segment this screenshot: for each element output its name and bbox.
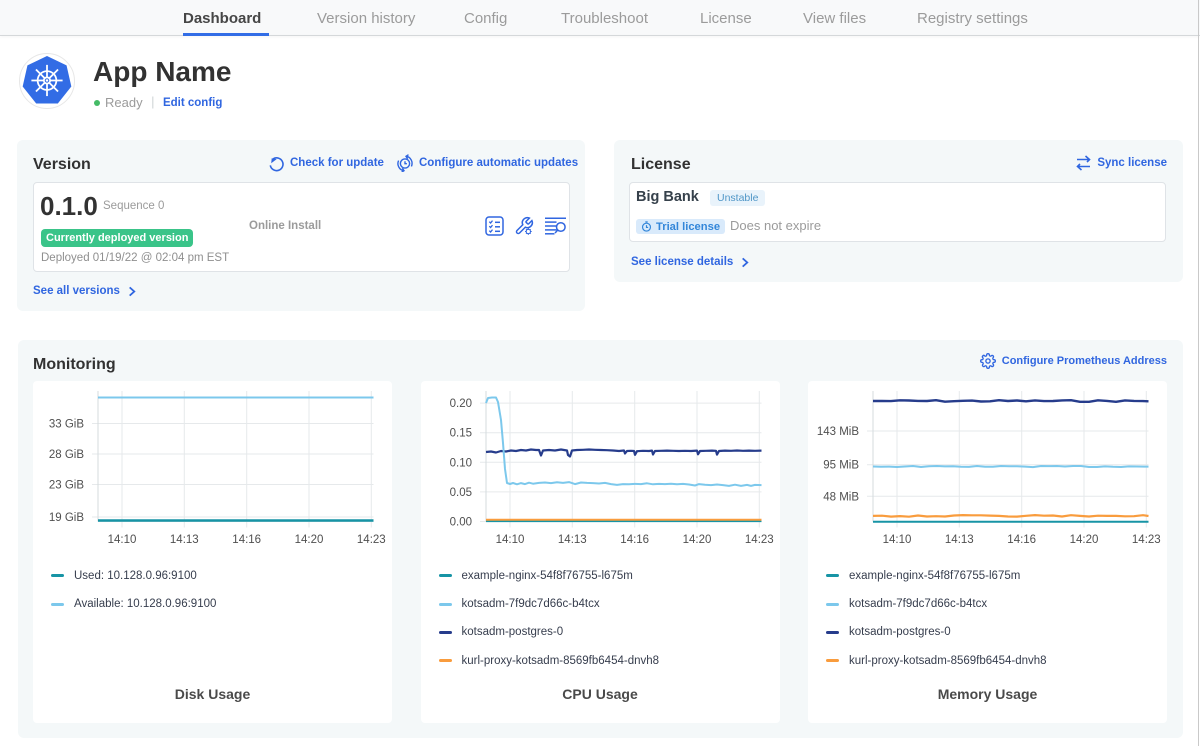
svg-text:14:16: 14:16 — [620, 534, 649, 546]
svg-text:14:16: 14:16 — [1007, 534, 1036, 546]
svg-text:95 MiB: 95 MiB — [823, 459, 859, 471]
svg-text:14:20: 14:20 — [1070, 534, 1099, 546]
svg-text:14:20: 14:20 — [682, 534, 711, 546]
svg-text:0.15: 0.15 — [449, 427, 471, 439]
svg-text:28 GiB: 28 GiB — [49, 449, 84, 461]
svg-text:14:23: 14:23 — [744, 534, 773, 546]
svg-text:14:13: 14:13 — [170, 534, 199, 546]
svg-text:14:10: 14:10 — [883, 534, 912, 546]
svg-text:14:10: 14:10 — [495, 534, 524, 546]
svg-text:14:13: 14:13 — [945, 534, 974, 546]
svg-text:0.00: 0.00 — [449, 516, 471, 528]
svg-text:14:10: 14:10 — [108, 534, 137, 546]
svg-text:33 GiB: 33 GiB — [49, 418, 84, 430]
svg-text:23 GiB: 23 GiB — [49, 479, 84, 491]
svg-text:14:13: 14:13 — [557, 534, 586, 546]
svg-text:14:23: 14:23 — [1132, 534, 1161, 546]
svg-text:0.05: 0.05 — [449, 486, 471, 498]
svg-text:14:16: 14:16 — [232, 534, 261, 546]
svg-text:0.20: 0.20 — [449, 398, 471, 410]
svg-text:0.10: 0.10 — [449, 457, 471, 469]
svg-text:14:20: 14:20 — [295, 534, 324, 546]
svg-text:14:23: 14:23 — [357, 534, 386, 546]
svg-text:48 MiB: 48 MiB — [823, 491, 859, 503]
svg-text:143 MiB: 143 MiB — [817, 426, 860, 438]
svg-text:19 GiB: 19 GiB — [49, 512, 84, 524]
